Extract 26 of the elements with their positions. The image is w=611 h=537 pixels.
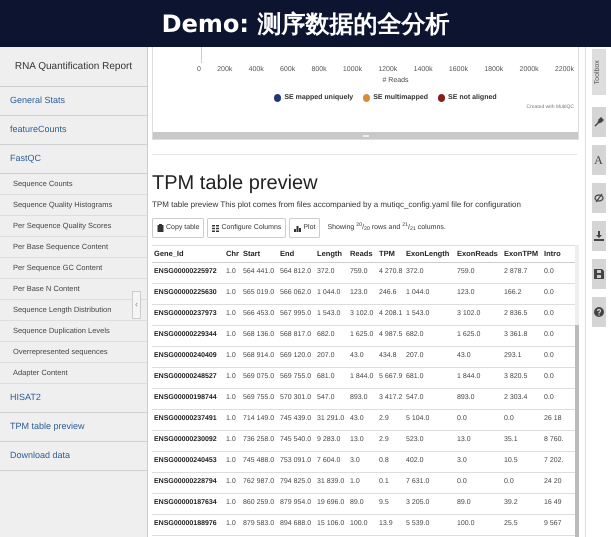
eye-slash-icon: [594, 193, 604, 203]
bar-chart-icon: [294, 224, 302, 232]
toolbox-button[interactable]: [592, 107, 606, 137]
sidebar-link[interactable]: TPM table preview: [0, 413, 147, 442]
banner-title: Demo: 测序数据的全分析: [162, 8, 450, 40]
sidebar-link[interactable]: HISAT2: [0, 384, 147, 413]
help-icon: [594, 307, 604, 317]
toolbox-button[interactable]: [592, 221, 606, 251]
floppy-icon: [594, 269, 604, 279]
toolbox-button[interactable]: [592, 259, 606, 289]
download-icon: [594, 231, 604, 241]
toolbox-button[interactable]: [592, 297, 606, 327]
section-title: TPM table preview: [152, 171, 319, 195]
toolbox-button[interactable]: A: [592, 145, 606, 175]
sidebar-link[interactable]: Download data: [0, 442, 147, 471]
sidebar-link[interactable]: General Stats: [0, 87, 147, 116]
pin-icon: [594, 117, 604, 127]
sidebar-link[interactable]: featureCounts: [0, 116, 147, 145]
grid-icon: [212, 224, 220, 232]
resize-handle[interactable]: [153, 132, 578, 139]
report-title: RNA Quantification Report: [0, 47, 147, 87]
toolbox-button[interactable]: [592, 183, 606, 213]
section-description: TPM table preview This plot comes from files accompanied by a mutiqc_config.yaml file for configuration: [152, 199, 522, 211]
sidebar-link[interactable]: FastQC: [0, 145, 147, 174]
scrollbar[interactable]: [575, 245, 579, 537]
clipboard-icon: [157, 224, 164, 232]
